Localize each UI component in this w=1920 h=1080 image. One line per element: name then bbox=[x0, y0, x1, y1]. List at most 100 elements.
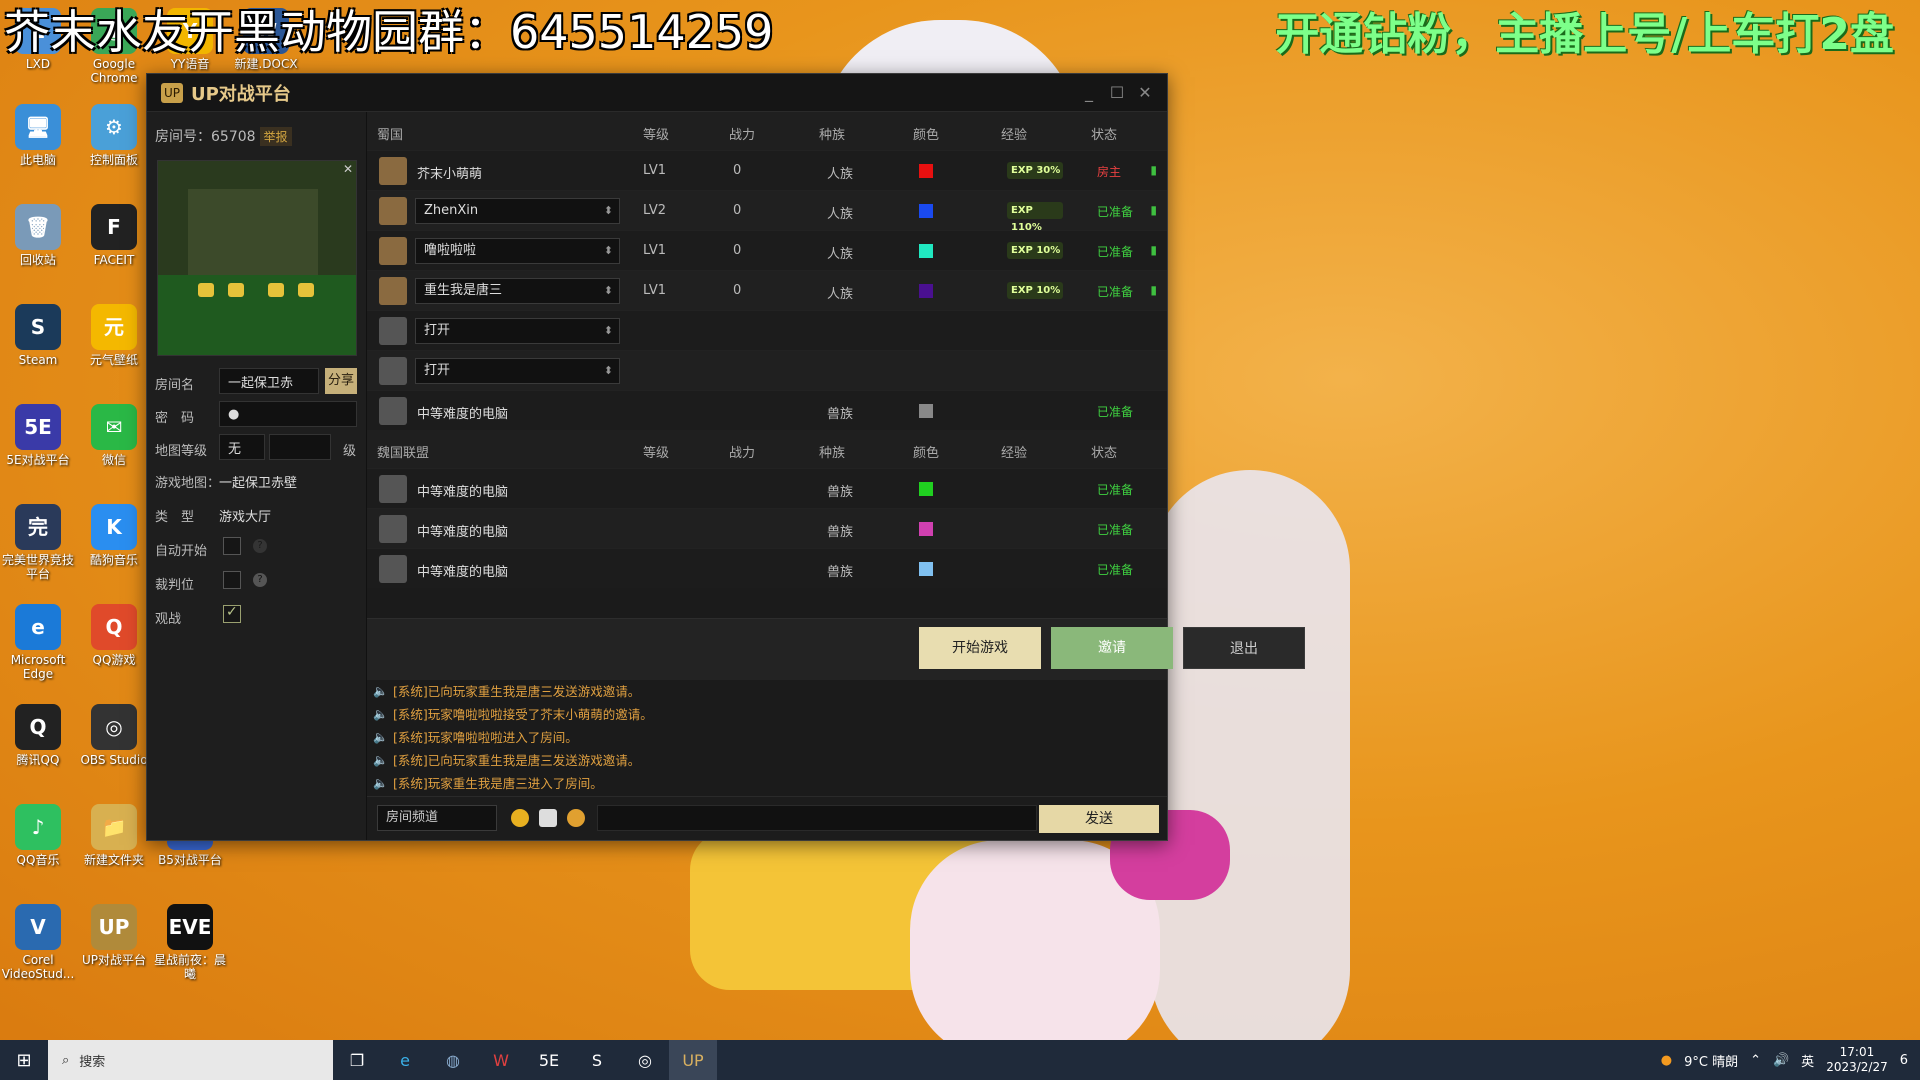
player-level: LV1 bbox=[643, 283, 666, 298]
player-avatar bbox=[379, 157, 407, 185]
player-color-swatch[interactable] bbox=[919, 404, 933, 418]
start-game-button[interactable]: 开始游戏 bbox=[919, 627, 1041, 669]
password-input[interactable]: ● bbox=[219, 401, 357, 427]
player-row[interactable]: 中等难度的电脑 兽族 已准备 bbox=[367, 390, 1167, 430]
edge-taskbar-icon[interactable]: e bbox=[381, 1040, 429, 1080]
player-color-swatch[interactable] bbox=[919, 284, 933, 298]
app-icon: 🗑 bbox=[15, 204, 61, 250]
referee-checkbox[interactable] bbox=[223, 571, 241, 589]
exit-button[interactable]: 退出 bbox=[1183, 627, 1305, 669]
taskbar: ⊞ ⌕ 搜索 ❐ e ◍ W 5E S ◎ UP ● 9°C 晴朗 ⌃ 🔊 英 … bbox=[0, 1040, 1920, 1080]
wps-taskbar-icon[interactable]: W bbox=[477, 1040, 525, 1080]
desktop-icon[interactable]: 元元气壁纸 bbox=[76, 304, 152, 367]
window-titlebar[interactable]: UP UP对战平台 _ ☐ ✕ bbox=[147, 74, 1167, 112]
log-line: [系统]已向玩家重生我是唐三发送游戏邀请。 bbox=[373, 680, 1153, 703]
player-slot-select[interactable]: 重生我是唐三 bbox=[415, 278, 620, 304]
desktop-icon[interactable]: ♪ QQ音乐 bbox=[0, 804, 76, 867]
emoji-icon[interactable] bbox=[511, 809, 529, 827]
desktop-icon-label: 微信 bbox=[101, 453, 126, 467]
desktop-icon[interactable]: K 酷狗音乐 bbox=[76, 504, 152, 567]
maximize-button[interactable]: ☐ bbox=[1107, 83, 1127, 102]
player-status: 已准备 bbox=[1097, 483, 1134, 497]
log-line: [系统]玩家噜啦啦啦进入了房间。 bbox=[373, 726, 1153, 749]
desktop-icon[interactable]: UP UP对战平台 bbox=[76, 904, 152, 967]
player-color-swatch[interactable] bbox=[919, 562, 933, 576]
close-button[interactable]: ✕ bbox=[1135, 83, 1155, 102]
player-color-swatch[interactable] bbox=[919, 244, 933, 258]
up-taskbar-icon[interactable]: UP bbox=[669, 1040, 717, 1080]
desktop-icon[interactable]: EVE 星战前夜：晨曦 bbox=[152, 904, 228, 981]
player-race: 人族 bbox=[827, 207, 854, 222]
desktop-icon[interactable]: 5E 5E对战平台 bbox=[0, 404, 76, 467]
desktop-icon[interactable]: ◎ OBS Studio bbox=[76, 704, 152, 767]
player-row[interactable]: 打开 bbox=[367, 310, 1167, 350]
desktop-icon[interactable]: S Steam bbox=[0, 304, 76, 367]
player-color-swatch[interactable] bbox=[919, 204, 933, 218]
desktop-icon[interactable]: 完完美世界竞技平台 bbox=[0, 504, 76, 581]
app-taskbar-icon[interactable]: ◍ bbox=[429, 1040, 477, 1080]
desktop-icon[interactable]: e Microsoft Edge bbox=[0, 604, 76, 681]
notification-icon[interactable]: 6 bbox=[1900, 1053, 1908, 1068]
player-color-swatch[interactable] bbox=[919, 522, 933, 536]
gesture-icon[interactable] bbox=[567, 809, 585, 827]
auto-start-help-icon[interactable]: ? bbox=[253, 539, 267, 553]
player-row[interactable]: ZhenXin LV2 0 人族 EXP 110% 已准备 ▮ bbox=[367, 190, 1167, 233]
desktop-icon[interactable]: 🖥 此电脑 bbox=[0, 104, 76, 167]
share-button[interactable]: 分享 bbox=[325, 368, 357, 394]
player-row[interactable]: 芥末小萌萌 LV1 0 人族 EXP 30% 房主 ▮ bbox=[367, 150, 1167, 190]
player-color-swatch[interactable] bbox=[919, 164, 933, 178]
report-button[interactable]: 举报 bbox=[259, 127, 292, 146]
desktop-icon-label: 腾讯QQ bbox=[16, 753, 60, 767]
auto-start-checkbox[interactable] bbox=[223, 537, 241, 555]
invite-button[interactable]: 邀请 bbox=[1051, 627, 1173, 669]
player-slot-select[interactable]: 噜啦啦啦 bbox=[415, 238, 620, 264]
exp-badge: EXP 10% bbox=[1007, 282, 1063, 299]
player-level: LV1 bbox=[643, 163, 666, 178]
player-row[interactable]: 中等难度的电脑 兽族 已准备 bbox=[367, 468, 1167, 508]
desktop-icon[interactable]: 📁 新建文件夹 bbox=[76, 804, 152, 867]
steam-taskbar-icon[interactable]: S bbox=[573, 1040, 621, 1080]
map-level-select[interactable]: 无 bbox=[219, 434, 265, 460]
chat-input[interactable] bbox=[597, 805, 1037, 831]
desktop-icon[interactable]: ⚙ 控制面板 bbox=[76, 104, 152, 167]
referee-help-icon[interactable]: ? bbox=[253, 573, 267, 587]
player-row[interactable]: 中等难度的电脑 兽族 已准备 bbox=[367, 508, 1167, 548]
desktop-icon[interactable]: 🗑 回收站 bbox=[0, 204, 76, 267]
player-race: 人族 bbox=[827, 167, 854, 182]
map-close-icon[interactable]: ✕ bbox=[343, 162, 353, 176]
dice-icon[interactable] bbox=[539, 809, 557, 827]
ime-indicator[interactable]: 英 bbox=[1801, 1051, 1814, 1070]
map-level-input[interactable] bbox=[269, 434, 331, 460]
taskbar-search[interactable]: ⌕ 搜索 bbox=[48, 1040, 333, 1080]
tray-chevron-icon[interactable]: ⌃ bbox=[1750, 1053, 1761, 1068]
spectate-checkbox[interactable] bbox=[223, 604, 241, 623]
task-view-icon[interactable]: ❐ bbox=[333, 1040, 381, 1080]
player-color-swatch[interactable] bbox=[919, 482, 933, 496]
obs-taskbar-icon[interactable]: ◎ bbox=[621, 1040, 669, 1080]
app-icon: K bbox=[91, 504, 137, 550]
5e-taskbar-icon[interactable]: 5E bbox=[525, 1040, 573, 1080]
desktop-icon[interactable]: ✉ 微信 bbox=[76, 404, 152, 467]
minimize-button[interactable]: _ bbox=[1079, 83, 1099, 102]
desktop-icon[interactable]: Q 腾讯QQ bbox=[0, 704, 76, 767]
speaker-icon[interactable]: 🔊 bbox=[1773, 1053, 1789, 1068]
player-slot-select[interactable]: 打开 bbox=[415, 358, 620, 384]
desktop-icon[interactable]: Q QQ游戏 bbox=[76, 604, 152, 667]
app-icon: 5E bbox=[15, 404, 61, 450]
player-power: 0 bbox=[733, 243, 742, 258]
player-row[interactable]: 重生我是唐三 LV1 0 人族 EXP 10% 已准备 ▮ bbox=[367, 270, 1167, 310]
channel-select[interactable]: 房间频道 bbox=[377, 805, 497, 831]
send-button[interactable]: 发送 bbox=[1039, 805, 1159, 833]
desktop-icon[interactable]: V Corel VideoStud... bbox=[0, 904, 76, 981]
clock[interactable]: 17:01 2023/2/27 bbox=[1826, 1045, 1888, 1075]
room-name-input[interactable]: 一起保卫赤 bbox=[219, 368, 319, 394]
player-row[interactable]: 打开 bbox=[367, 350, 1167, 390]
player-row[interactable]: 中等难度的电脑 兽族 已准备 bbox=[367, 548, 1167, 588]
player-row[interactable]: 噜啦啦啦 LV1 0 人族 EXP 10% 已准备 ▮ bbox=[367, 230, 1167, 270]
app-icon: ✉ bbox=[91, 404, 137, 450]
player-slot-select[interactable]: 打开 bbox=[415, 318, 620, 344]
map-thumbnail[interactable]: ✕ bbox=[157, 160, 357, 356]
player-slot-select[interactable]: ZhenXin bbox=[415, 198, 620, 224]
desktop-icon[interactable]: F FACEIT bbox=[76, 204, 152, 267]
windows-start-icon[interactable]: ⊞ bbox=[0, 1040, 48, 1080]
